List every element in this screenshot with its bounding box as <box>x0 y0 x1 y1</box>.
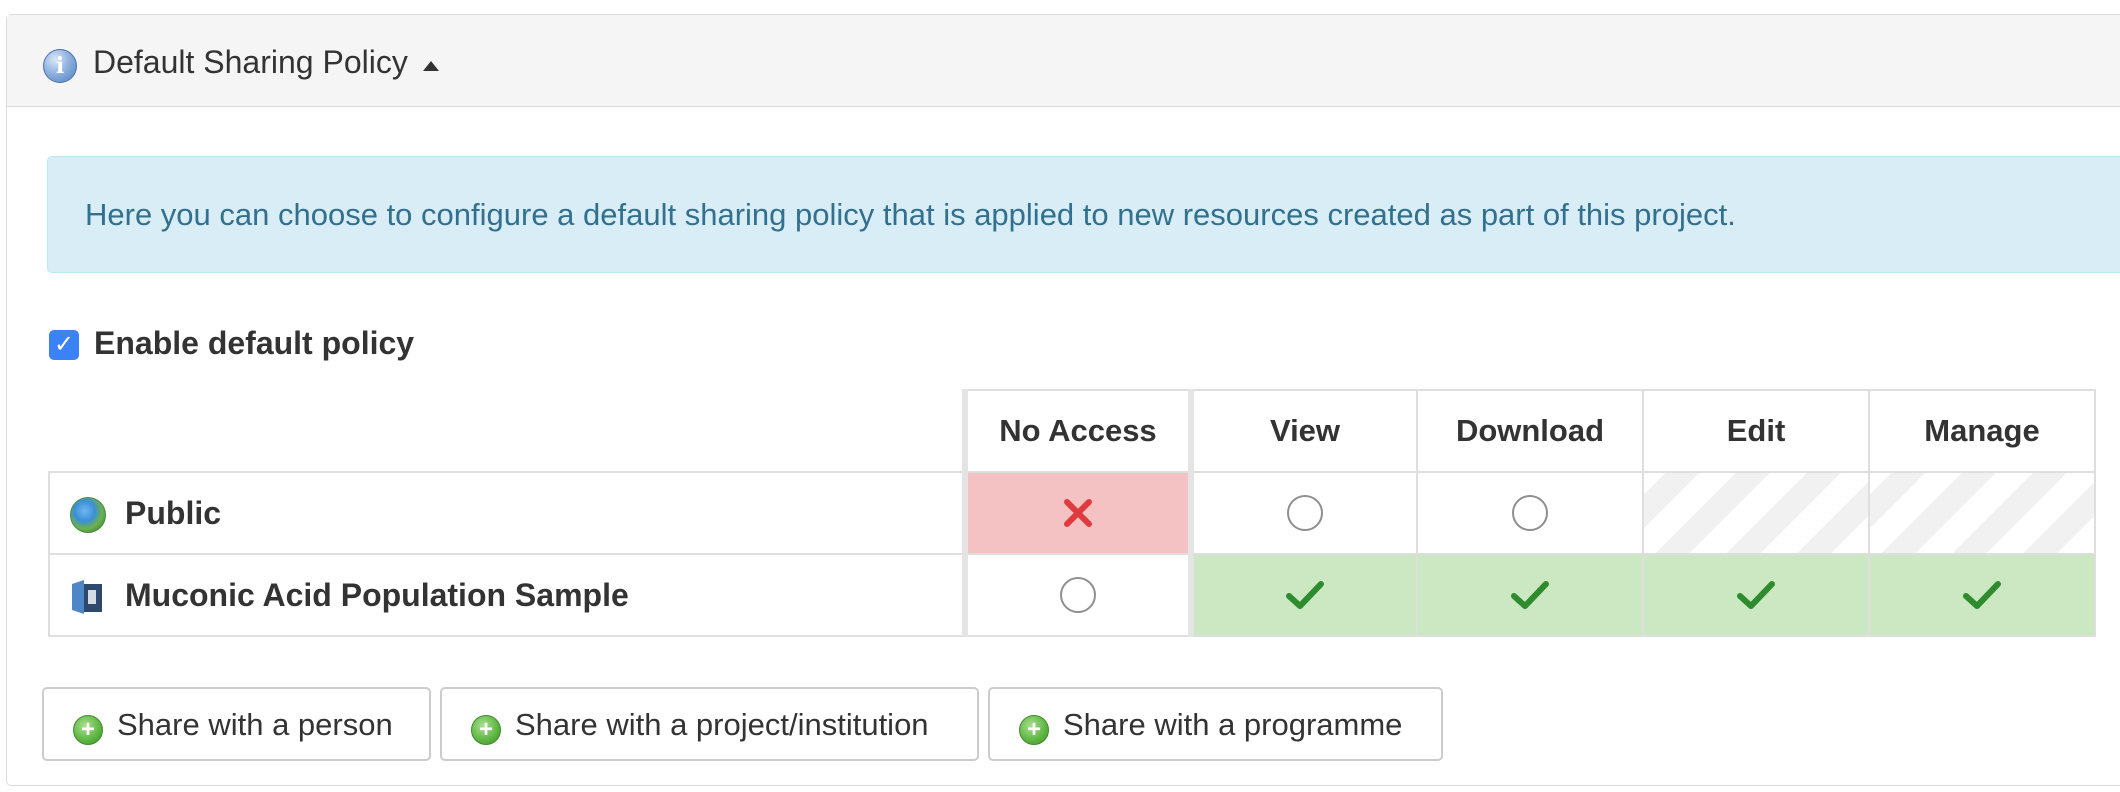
share-with-programme-button[interactable]: + Share with a programme <box>988 687 1443 761</box>
row-label-public: Public <box>125 495 222 531</box>
share-with-programme-label: Share with a programme <box>1063 707 1403 742</box>
project-no-access-radio[interactable] <box>1060 577 1096 613</box>
project-icon <box>72 580 102 614</box>
alert-text: Here you can choose to configure a defau… <box>85 197 1736 232</box>
table-header-row: No Access View Download Edit Manage <box>49 389 2096 473</box>
public-view-cell[interactable] <box>1188 471 1418 555</box>
public-edit-cell-unavailable <box>1642 471 1870 555</box>
info-icon: i <box>43 49 77 83</box>
column-header-view: View <box>1188 389 1418 473</box>
public-no-access-cell[interactable] <box>962 471 1192 555</box>
public-download-radio[interactable] <box>1512 495 1548 531</box>
project-view-cell[interactable] <box>1188 553 1418 637</box>
add-icon: + <box>73 715 103 745</box>
checkmark-icon <box>1963 581 2001 609</box>
row-name-cell: Muconic Acid Population Sample <box>48 553 966 637</box>
project-manage-cell[interactable] <box>1868 553 2096 637</box>
checkmark-icon <box>1286 581 1324 609</box>
share-with-project-label: Share with a project/institution <box>515 707 929 742</box>
caret-up-icon[interactable] <box>423 61 439 71</box>
enable-default-policy-checkbox[interactable]: ✓ <box>49 330 79 360</box>
checkmark-icon <box>1737 581 1775 609</box>
column-header-manage: Manage <box>1868 389 2096 473</box>
enable-default-policy-label[interactable]: Enable default policy <box>94 324 414 362</box>
project-download-cell[interactable] <box>1416 553 1644 637</box>
public-manage-cell-unavailable <box>1868 471 2096 555</box>
table-row-project: Muconic Acid Population Sample <box>48 553 2096 637</box>
row-label-project: Muconic Acid Population Sample <box>125 577 629 613</box>
column-header-edit: Edit <box>1642 389 1870 473</box>
project-no-access-cell[interactable] <box>962 553 1192 637</box>
info-alert: Here you can choose to configure a defau… <box>47 156 2120 273</box>
permissions-table: No Access View Download Edit Manage Publ… <box>48 389 2096 637</box>
table-row-public: Public <box>48 471 2096 555</box>
add-icon: + <box>471 715 501 745</box>
public-view-radio[interactable] <box>1287 495 1323 531</box>
table-corner <box>49 390 966 473</box>
globe-icon <box>70 497 106 533</box>
share-with-person-label: Share with a person <box>117 707 393 742</box>
panel-title[interactable]: Default Sharing Policy <box>93 43 408 81</box>
column-header-download: Download <box>1416 389 1644 473</box>
cross-icon <box>1064 499 1092 527</box>
share-with-person-button[interactable]: + Share with a person <box>42 687 431 761</box>
row-name-cell: Public <box>48 471 966 555</box>
public-download-cell[interactable] <box>1416 471 1644 555</box>
column-header-no-access: No Access <box>962 389 1192 473</box>
default-sharing-policy-panel: i Default Sharing Policy Here you can ch… <box>6 14 2120 786</box>
checkmark-icon <box>1511 581 1549 609</box>
add-icon: + <box>1019 715 1049 745</box>
panel-heading[interactable]: i Default Sharing Policy <box>7 15 2120 107</box>
share-with-project-button[interactable]: + Share with a project/institution <box>440 687 979 761</box>
project-edit-cell[interactable] <box>1642 553 1870 637</box>
